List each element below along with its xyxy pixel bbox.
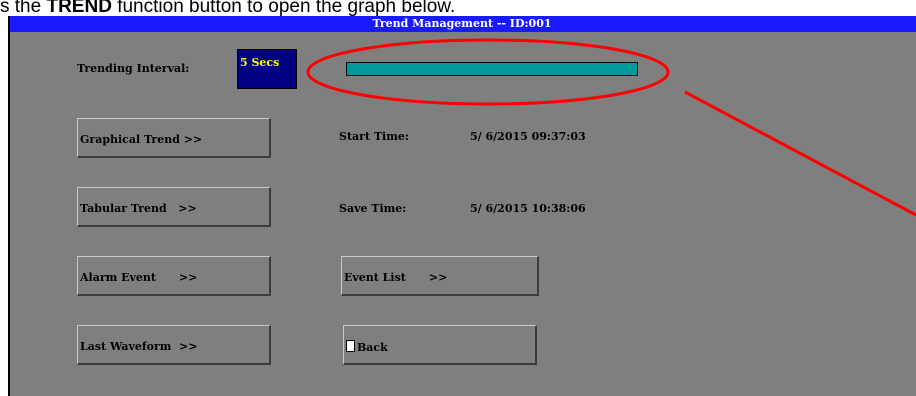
alarm-event-label: Alarm Event >> — [80, 271, 198, 284]
start-time-label: Start Time: — [339, 130, 409, 143]
alarm-event-button[interactable]: Alarm Event >> — [77, 256, 271, 296]
start-time-value: 5/ 6/2015 09:37:03 — [470, 130, 586, 143]
screen-left-border — [8, 16, 10, 396]
trending-interval-value[interactable]: 5 Secs — [237, 49, 297, 89]
window-title: Trend Management -- ID:001 — [8, 16, 916, 32]
progress-fill — [347, 63, 637, 75]
caption-bold: TREND — [46, 0, 112, 17]
trending-interval-label: Trending Interval: — [77, 62, 190, 75]
tabular-trend-button[interactable]: Tabular Trend >> — [77, 187, 271, 227]
save-time-label: Save Time: — [339, 202, 407, 215]
back-label: Back — [357, 341, 388, 354]
graphical-trend-label: Graphical Trend >> — [80, 133, 203, 146]
event-list-label: Event List >> — [344, 271, 448, 284]
trend-management-screen: Trend Management -- ID:001 Trending Inte… — [8, 16, 916, 396]
last-waveform-button[interactable]: Last Waveform >> — [77, 325, 271, 365]
back-checkbox-icon — [346, 340, 355, 352]
tabular-trend-label: Tabular Trend >> — [80, 202, 197, 215]
event-list-button[interactable]: Event List >> — [341, 256, 539, 296]
back-label-wrap: Back — [346, 340, 388, 354]
last-waveform-label: Last Waveform >> — [80, 340, 198, 353]
graphical-trend-button[interactable]: Graphical Trend >> — [77, 118, 271, 158]
save-time-value: 5/ 6/2015 10:38:06 — [470, 202, 586, 215]
back-button[interactable]: Back — [343, 325, 537, 365]
progress-bar — [346, 62, 638, 76]
caption-prefix: s the — [0, 0, 47, 17]
caption-suffix: function button to open the graph below. — [111, 0, 456, 17]
